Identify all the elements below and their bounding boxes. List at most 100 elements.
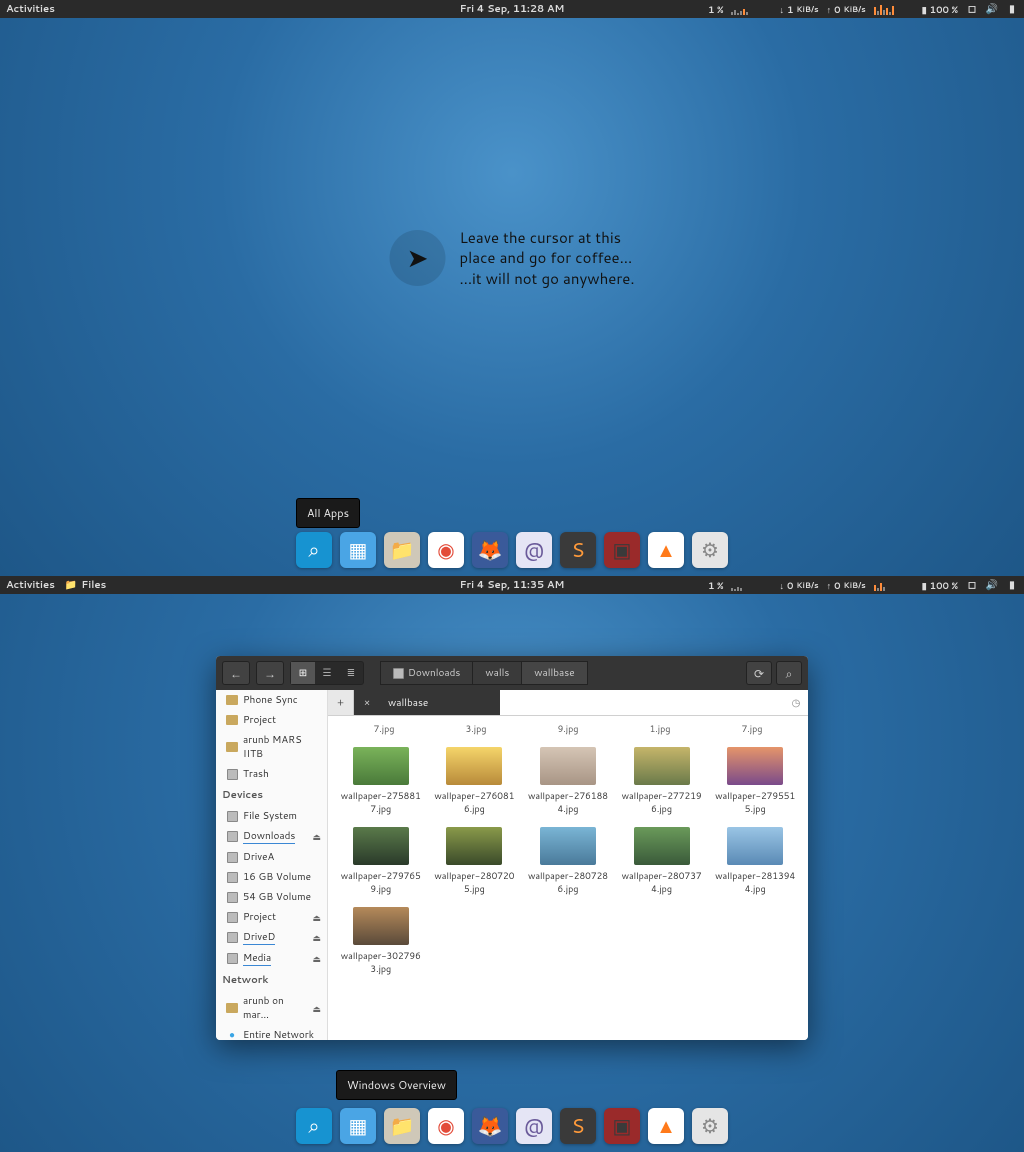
file-item[interactable]: wallpaper-3027963.jpg: [338, 907, 424, 975]
breadcrumb-item[interactable]: wallbase: [521, 661, 587, 685]
sidebar-item[interactable]: 54 GB Volume: [216, 887, 327, 907]
back-button[interactable]: ←: [222, 661, 250, 685]
breadcrumb-item[interactable]: walls: [472, 661, 522, 685]
eject-icon[interactable]: ⏏: [312, 952, 321, 965]
dock-search[interactable]: ⌕: [296, 1108, 332, 1144]
eject-icon[interactable]: ⏏: [312, 931, 321, 944]
desktop-upper: Activities Fri 4 Sep, 11:28 AM 1 % ↓ 1 K…: [0, 0, 1024, 576]
eject-icon[interactable]: ⏏: [312, 911, 321, 924]
net-up: ↑ 0 KiB/s: [827, 579, 866, 592]
dock-firefox[interactable]: 🦊: [472, 1108, 508, 1144]
eject-icon[interactable]: ⏏: [312, 1002, 321, 1015]
sidebar-item[interactable]: arunb on mar...⏏: [216, 991, 327, 1025]
compact-view-button[interactable]: ≣: [339, 662, 363, 684]
dock-files[interactable]: 📁: [384, 1108, 420, 1144]
dock-screensaver[interactable]: ▣: [604, 532, 640, 568]
file-item[interactable]: wallpaper-2760816.jpg: [432, 747, 518, 815]
window-icon[interactable]: ◻: [966, 3, 978, 15]
sidebar-item[interactable]: Trash: [216, 764, 327, 784]
sidebar-item[interactable]: File System: [216, 806, 327, 826]
history-icon[interactable]: ◷: [784, 690, 808, 715]
globe-icon: ●: [226, 1029, 238, 1040]
dock-firefox[interactable]: 🦊: [472, 532, 508, 568]
sidebar-item[interactable]: Project⏏: [216, 907, 327, 927]
thumbnail: [727, 747, 783, 785]
sidebar-item[interactable]: ●Entire Network: [216, 1025, 327, 1040]
window-icon[interactable]: ◻: [966, 579, 978, 591]
file-label: wallpaper-280720: [434, 869, 514, 882]
icon-view-button[interactable]: ⊞: [291, 662, 315, 684]
sidebar-item[interactable]: arunb MARS IITB: [216, 730, 327, 764]
file-item[interactable]: wallpaper-2807205.jpg: [432, 827, 518, 895]
sidebar-item[interactable]: 16 GB Volume: [216, 867, 327, 887]
dock-sublime[interactable]: S: [560, 1108, 596, 1144]
volume-icon[interactable]: 🔊: [986, 579, 998, 591]
wallpaper-message: ➤ Leave the cursor at this place and go …: [390, 228, 635, 289]
thumbnail: [540, 827, 596, 865]
file-label: 5.jpg: [745, 802, 766, 815]
dock-settings[interactable]: ⚙: [692, 1108, 728, 1144]
dock-mail[interactable]: @: [516, 1108, 552, 1144]
cursor-circle-icon: ➤: [390, 230, 446, 286]
activities-button[interactable]: Activities: [6, 2, 55, 16]
power-icon[interactable]: ▮: [1006, 3, 1018, 15]
dock-chrome[interactable]: ◉: [428, 532, 464, 568]
volume-icon[interactable]: 🔊: [986, 3, 998, 15]
file-label: wallpaper-280737: [622, 869, 702, 882]
sidebar-item[interactable]: Media⏏: [216, 948, 327, 969]
activities-button[interactable]: Activities: [6, 578, 55, 592]
file-label: 6.jpg: [464, 802, 485, 815]
battery-indicator[interactable]: ▮ 100 %: [922, 3, 958, 16]
dock-chrome[interactable]: ◉: [428, 1108, 464, 1144]
file-label: 4.jpg: [558, 802, 579, 815]
battery-indicator[interactable]: ▮ 100 %: [922, 579, 958, 592]
app-menu[interactable]: 📁Files: [65, 578, 106, 592]
sidebar-item[interactable]: Phone Sync: [216, 690, 327, 710]
dock-vlc[interactable]: ▲: [648, 1108, 684, 1144]
eject-icon[interactable]: ⏏: [312, 830, 321, 843]
dock-overview[interactable]: ▦: [340, 532, 376, 568]
net-down: ↓ 1 KiB/s: [779, 3, 818, 16]
thumbnail: [540, 747, 596, 785]
file-item[interactable]: wallpaper-2797659.jpg: [338, 827, 424, 895]
dock-overview[interactable]: ▦: [340, 1108, 376, 1144]
sidebar-section: Devices: [216, 784, 327, 806]
list-view-button[interactable]: ☰: [315, 662, 339, 684]
new-tab-button[interactable]: +: [328, 690, 354, 715]
cpu-graph: [731, 3, 771, 15]
file-item[interactable]: wallpaper-2795515.jpg: [712, 747, 798, 815]
file-item[interactable]: wallpaper-2807286.jpg: [525, 827, 611, 895]
forward-button[interactable]: →: [256, 661, 284, 685]
search-button[interactable]: ⌕: [776, 661, 802, 685]
drive-icon: [226, 891, 238, 903]
dock-files[interactable]: 📁: [384, 532, 420, 568]
sidebar-item[interactable]: Project: [216, 710, 327, 730]
tab-wallbase[interactable]: wallbase: [380, 690, 500, 715]
close-tab-button[interactable]: ×: [354, 690, 380, 715]
dock-vlc[interactable]: ▲: [648, 532, 684, 568]
file-item[interactable]: wallpaper-2772196.jpg: [619, 747, 705, 815]
power-icon[interactable]: ▮: [1006, 579, 1018, 591]
refresh-button[interactable]: ⟳: [746, 661, 772, 685]
clock[interactable]: Fri 4 Sep, 11:35 AM: [460, 578, 565, 592]
file-label: 9.jpg: [370, 882, 391, 895]
dock-search[interactable]: ⌕: [296, 532, 332, 568]
file-label: 4.jpg: [651, 882, 672, 895]
breadcrumb-item[interactable]: Downloads: [380, 661, 473, 685]
dock-mail[interactable]: @: [516, 532, 552, 568]
dock-screensaver[interactable]: ▣: [604, 1108, 640, 1144]
clock[interactable]: Fri 4 Sep, 11:28 AM: [460, 2, 565, 16]
sidebar-item[interactable]: Downloads⏏: [216, 826, 327, 847]
file-item[interactable]: wallpaper-2758817.jpg: [338, 747, 424, 815]
dock-settings[interactable]: ⚙: [692, 532, 728, 568]
sidebar-item[interactable]: DriveD⏏: [216, 927, 327, 948]
sidebar-section: Network: [216, 969, 327, 991]
sidebar-item[interactable]: DriveA: [216, 847, 327, 867]
file-item[interactable]: wallpaper-2813944.jpg: [712, 827, 798, 895]
file-item[interactable]: wallpaper-2807374.jpg: [619, 827, 705, 895]
file-item[interactable]: wallpaper-2761884.jpg: [525, 747, 611, 815]
dock: ⌕▦📁◉🦊@S▣▲⚙: [288, 1104, 736, 1148]
file-label: 7.jpg: [370, 802, 391, 815]
dock-sublime[interactable]: S: [560, 532, 596, 568]
net-graph: [874, 579, 914, 591]
